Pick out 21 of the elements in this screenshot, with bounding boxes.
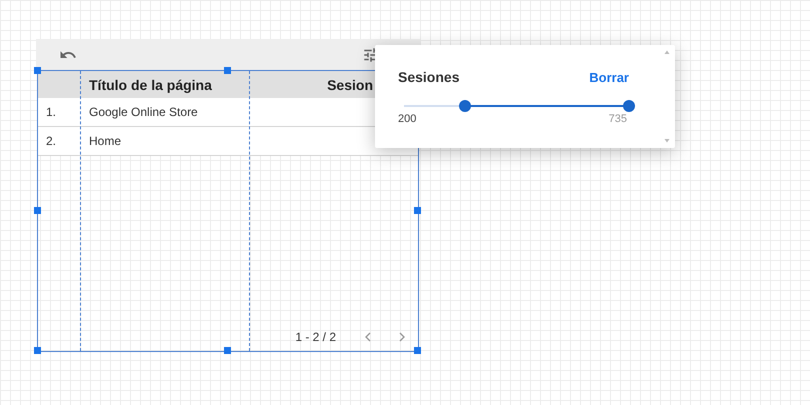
- row-number: 1.: [45, 104, 58, 121]
- clear-button[interactable]: Borrar: [589, 70, 629, 84]
- min-value: 200: [398, 113, 416, 125]
- row-number: 2.: [45, 133, 58, 150]
- resize-handle[interactable]: [414, 207, 421, 214]
- scroll-up-icon[interactable]: [663, 49, 671, 55]
- column-header[interactable]: Título de la página: [81, 71, 250, 98]
- table-cell-text: Google Online Store: [88, 104, 199, 121]
- page-count: 1 - 2 / 2: [295, 330, 336, 344]
- filter-title: Sesiones: [398, 69, 460, 85]
- resize-handle[interactable]: [34, 207, 41, 214]
- resize-handle[interactable]: [34, 347, 41, 354]
- table-cell-text: Home: [88, 133, 122, 150]
- resize-handle[interactable]: [414, 347, 421, 354]
- resize-handle[interactable]: [224, 347, 231, 354]
- scroll-down-icon[interactable]: [663, 138, 671, 144]
- resize-handle[interactable]: [224, 67, 231, 74]
- slider-thumb[interactable]: [623, 100, 635, 112]
- resize-handle[interactable]: [34, 67, 41, 74]
- slider-thumb[interactable]: [458, 100, 471, 112]
- max-value: 735: [608, 113, 627, 125]
